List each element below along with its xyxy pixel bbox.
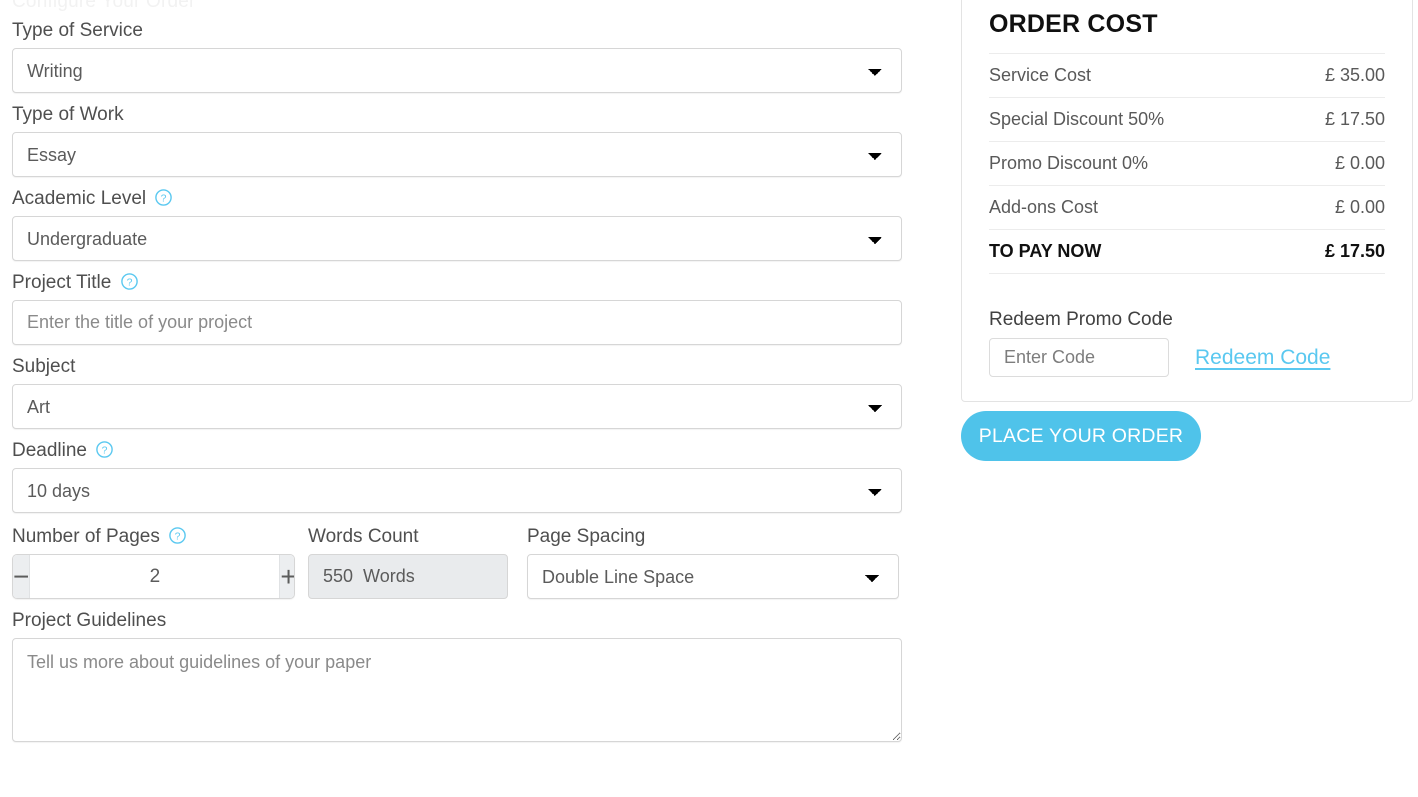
label-academic-level: Academic Level ? [12,186,930,212]
svg-text:?: ? [126,276,132,288]
order-cost-title: ORDER COST [989,10,1158,38]
label-text: Words Count [308,526,419,547]
label-text: Project Title [12,272,112,293]
cost-amount: £ 0.00 [1334,197,1385,217]
place-your-order-button[interactable]: PLACE YOUR ORDER [961,411,1201,461]
cost-amount: £ 17.50 [1324,109,1385,129]
promo-row: Redeem Code [989,338,1385,377]
field-type-of-service: Type of Service Writing [12,18,930,93]
label-text: Type of Work [12,104,124,125]
cost-row-special-discount: Special Discount 50% £ 17.50 [989,97,1385,142]
field-project-title: Project Title ? [12,270,930,345]
cost-label: Promo Discount 0% [989,153,1149,173]
order-cost-card: ORDER COST Service Cost £ 35.00 Special … [961,0,1413,402]
cost-label: Add-ons Cost [989,197,1099,217]
cost-row-promo-discount: Promo Discount 0% £ 0.00 [989,141,1385,186]
field-words-count: Words Count [308,524,527,599]
cost-amount: £ 0.00 [1334,153,1385,173]
help-icon[interactable]: ? [169,527,186,544]
field-project-guidelines: Project Guidelines [12,608,930,742]
label-text: Academic Level [12,188,147,209]
svg-text:?: ? [161,192,167,204]
field-subject: Subject Art [12,354,930,429]
label-project-title: Project Title ? [12,270,930,296]
label-text: Page Spacing [527,526,646,547]
label-page-spacing: Page Spacing [527,524,902,550]
label-text: Type of Service [12,20,143,41]
field-deadline: Deadline ? 10 days [12,438,930,513]
select-subject[interactable]: Art [12,384,902,429]
label-text: Deadline [12,440,87,461]
cost-label: Special Discount 50% [989,109,1165,129]
input-project-title[interactable] [12,300,902,345]
pages-value-input[interactable] [30,555,280,598]
field-type-of-work: Type of Work Essay [12,102,930,177]
pages-words-spacing-row: Number of Pages ? − + Words Count [12,524,930,599]
field-academic-level: Academic Level ? Undergraduate [12,186,930,261]
cost-table-bottom-divider [989,273,1385,294]
label-text: Subject [12,356,76,377]
promo-title: Redeem Promo Code [989,309,1173,330]
label-type-of-service: Type of Service [12,18,930,44]
select-type-of-work[interactable]: Essay [12,132,902,177]
cost-row-addons: Add-ons Cost £ 0.00 [989,185,1385,230]
svg-text:?: ? [102,444,108,456]
label-deadline: Deadline ? [12,438,930,464]
select-type-of-service[interactable]: Writing [12,48,902,93]
label-type-of-work: Type of Work [12,102,930,128]
textarea-project-guidelines[interactable] [12,638,902,742]
label-text: Number of Pages [12,526,160,547]
order-form: Type of Service Writing Type of Work Ess… [0,0,930,751]
decrement-pages-button[interactable]: − [13,555,31,598]
words-count-input [308,554,508,599]
select-academic-level[interactable]: Undergraduate [12,216,902,261]
cost-label: TO PAY NOW [989,241,1102,261]
cost-row-service: Service Cost £ 35.00 [989,53,1385,98]
svg-text:?: ? [175,530,181,542]
cost-row-total: TO PAY NOW £ 17.50 [989,229,1385,274]
field-page-spacing: Page Spacing Double Line Space [527,524,902,599]
redeem-code-link[interactable]: Redeem Code [1195,346,1330,370]
cost-amount: £ 35.00 [1324,65,1385,85]
label-number-of-pages: Number of Pages ? [12,524,308,550]
select-page-spacing[interactable]: Double Line Space [527,554,899,599]
order-cost-table: Service Cost £ 35.00 Special Discount 50… [989,53,1385,293]
label-text: Project Guidelines [12,610,167,631]
promo-code-input[interactable] [989,338,1169,377]
help-icon[interactable]: ? [96,441,114,458]
help-icon[interactable]: ? [120,273,138,290]
increment-pages-button[interactable]: + [279,555,294,598]
label-words-count: Words Count [308,524,527,550]
help-icon[interactable]: ? [155,189,173,206]
cost-label: Service Cost [989,65,1092,85]
pages-stepper: − + [12,554,295,599]
cost-amount: £ 17.50 [1324,241,1385,261]
select-deadline[interactable]: 10 days [12,468,902,513]
field-number-of-pages: Number of Pages ? − + [12,524,308,599]
label-project-guidelines: Project Guidelines [12,608,930,634]
label-subject: Subject [12,354,930,380]
